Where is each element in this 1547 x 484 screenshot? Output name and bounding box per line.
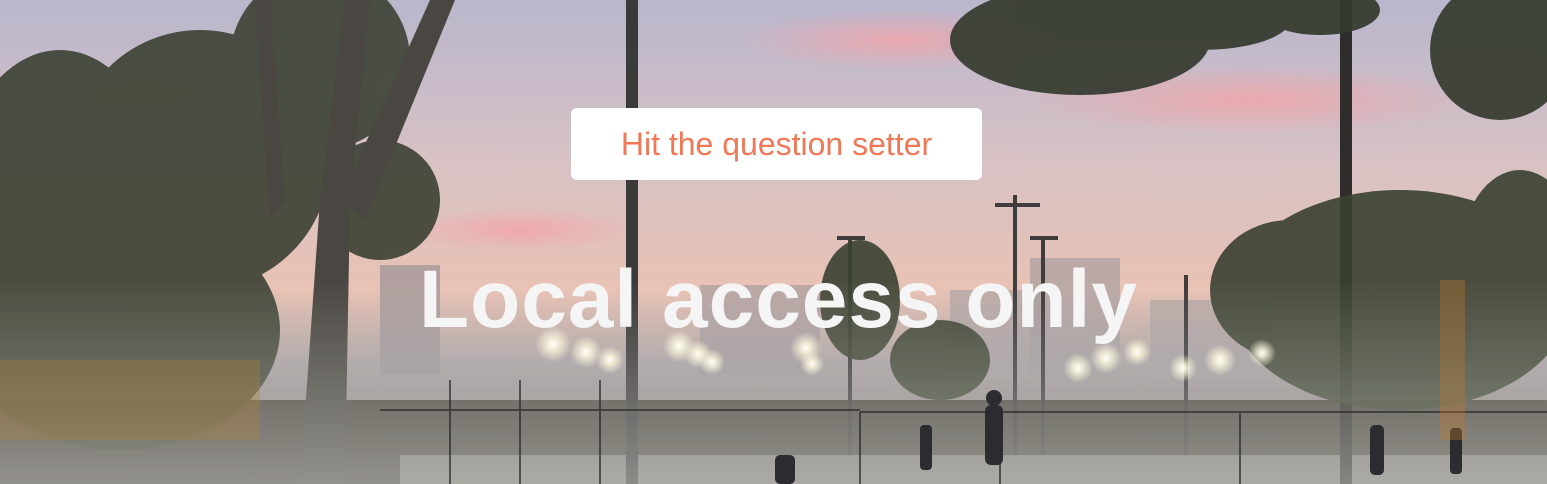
park-sunset-background-image	[0, 0, 1547, 484]
page-headline: Local access only	[419, 254, 1138, 345]
hero-banner: Hit the question setter Local access onl…	[0, 0, 1547, 484]
hit-question-setter-button[interactable]: Hit the question setter	[571, 108, 982, 180]
